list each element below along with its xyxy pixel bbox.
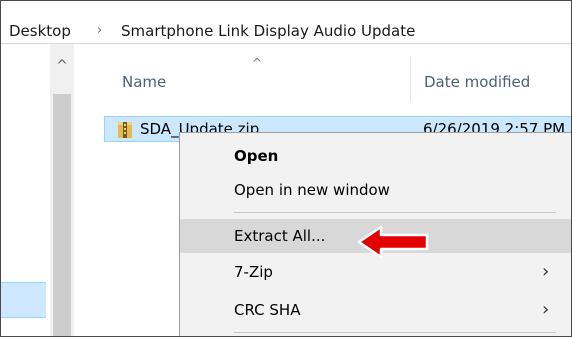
- column-divider[interactable]: [410, 56, 411, 102]
- submenu-chevron-icon: ›: [542, 261, 550, 282]
- menu-separator: [234, 212, 556, 213]
- navigation-pane: [1, 44, 50, 336]
- menu-separator: [234, 332, 556, 333]
- scroll-up-icon[interactable]: ^: [50, 58, 74, 74]
- column-header-name[interactable]: Name: [122, 73, 166, 91]
- annotation-arrow-icon: [357, 225, 429, 259]
- menu-item-open[interactable]: Open: [180, 139, 571, 173]
- menu-item-label: CRC SHA: [234, 301, 301, 319]
- breadcrumb-current-folder[interactable]: Smartphone Link Display Audio Update: [121, 21, 415, 41]
- menu-item-open-new-window[interactable]: Open in new window: [180, 173, 571, 207]
- menu-item-label: Open in new window: [234, 181, 390, 199]
- submenu-chevron-icon: ›: [542, 299, 550, 320]
- menu-item-label: Open: [234, 147, 279, 165]
- explorer-window: Desktop › Smartphone Link Display Audio …: [0, 0, 572, 337]
- menu-item-label: 7-Zip: [234, 263, 273, 281]
- nav-selected-item[interactable]: [1, 282, 46, 318]
- zip-folder-icon: [118, 122, 132, 138]
- sort-caret-icon: ^: [252, 56, 263, 70]
- menu-item-label: Extract All...: [234, 227, 326, 245]
- scrollbar-thumb[interactable]: [53, 94, 71, 336]
- menu-item-crc-sha[interactable]: CRC SHA ›: [180, 293, 571, 327]
- breadcrumb-desktop[interactable]: Desktop: [9, 21, 71, 41]
- nav-scrollbar[interactable]: ^: [50, 44, 74, 336]
- column-header-date-modified[interactable]: Date modified: [424, 73, 530, 91]
- menu-item-7zip[interactable]: 7-Zip ›: [180, 255, 571, 289]
- address-bar: Desktop › Smartphone Link Display Audio …: [1, 1, 571, 44]
- breadcrumb-separator[interactable]: ›: [97, 21, 102, 41]
